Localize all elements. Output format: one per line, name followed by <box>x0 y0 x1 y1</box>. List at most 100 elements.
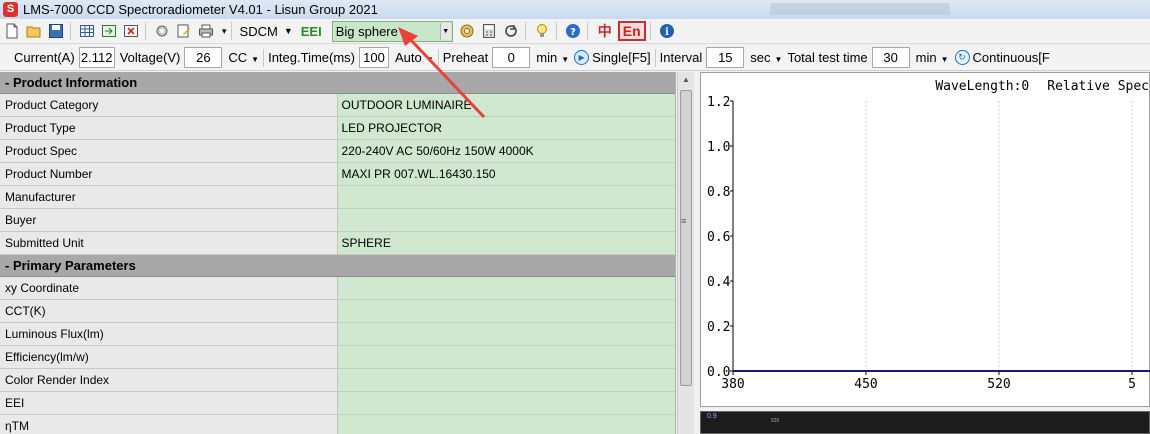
preheat-unit-value: min <box>536 50 558 65</box>
delete-icon[interactable] <box>121 21 141 41</box>
sdcm-dropdown[interactable]: SDCM <box>240 24 278 39</box>
secondary-chart-label: 520 <box>771 418 780 424</box>
scroll-up-icon[interactable]: ▲ <box>678 72 694 88</box>
property-name: Manufacturer <box>0 186 338 208</box>
integ-time-input[interactable]: 100 <box>359 47 390 68</box>
interval-input[interactable]: 15 <box>706 47 745 68</box>
eei-button[interactable]: EEI <box>301 24 322 39</box>
gear-icon[interactable] <box>457 21 477 41</box>
property-value-cell[interactable]: SPHERE <box>337 232 675 254</box>
section-product-information[interactable]: - Product Information <box>0 72 675 94</box>
property-name: Product Spec <box>0 140 338 162</box>
print-dropdown-icon[interactable]: ▾ <box>222 26 227 37</box>
print-icon[interactable] <box>196 21 216 41</box>
section-primary-parameters[interactable]: - Primary Parameters <box>0 255 675 277</box>
table-row: Product Spec 220-240V AC 50/60Hz 150W 400… <box>0 140 675 163</box>
table-row: Color Render Index <box>0 369 675 392</box>
single-test-button[interactable]: Single[F5] <box>592 50 651 65</box>
total-unit-dropdown[interactable]: min ▼ <box>916 50 949 65</box>
property-value-cell[interactable] <box>337 415 675 434</box>
table-row: CCT(K) <box>0 300 675 323</box>
auto-dropdown[interactable]: Auto ▼ <box>395 50 434 65</box>
table-row: EEI <box>0 392 675 415</box>
property-value-cell[interactable] <box>337 346 675 368</box>
preheat-label: Preheat <box>442 50 489 65</box>
property-value-cell[interactable]: 220-240V AC 50/60Hz 150W 4000K <box>337 140 675 162</box>
voltage-label: Voltage(V) <box>119 50 181 65</box>
property-value-cell[interactable]: LED PROJECTOR <box>337 117 675 139</box>
property-value-cell[interactable]: MAXI PR 007.WL.16430.150 <box>337 163 675 185</box>
mode-dropdown[interactable]: CC ▼ <box>228 50 259 65</box>
property-name: EEI <box>0 392 338 414</box>
toolbar-separator <box>145 22 146 40</box>
svg-text:?: ? <box>570 27 576 38</box>
toolbar-separator <box>649 22 651 40</box>
property-value-cell[interactable] <box>337 186 675 208</box>
new-file-icon[interactable] <box>2 21 22 41</box>
property-value-cell[interactable] <box>337 323 675 345</box>
main-toolbar: ▾ SDCM ▼ EEI Big sphere ▼ ? 中 En i <box>0 19 1150 44</box>
refresh-icon[interactable] <box>501 21 521 41</box>
calculator-icon[interactable] <box>479 21 499 41</box>
table-row: Efficiency(lm/w) <box>0 346 675 369</box>
property-value-cell[interactable] <box>337 277 675 299</box>
property-name: Product Category <box>0 94 338 116</box>
property-value-cell[interactable] <box>337 300 675 322</box>
title-bar: S LMS-7000 CCD Spectroradiometer V4.01 -… <box>0 0 1150 19</box>
property-name: Buyer <box>0 209 338 231</box>
property-value-cell[interactable] <box>337 209 675 231</box>
y-tick-label: 0.2 <box>707 320 730 335</box>
open-folder-icon[interactable] <box>24 21 44 41</box>
chevron-down-icon: ▼ <box>251 55 260 64</box>
window-title: LMS-7000 CCD Spectroradiometer V4.01 - L… <box>23 2 378 17</box>
help-icon[interactable]: ? <box>563 21 583 41</box>
property-name: Luminous Flux(lm) <box>0 323 338 345</box>
toolbar-separator <box>70 22 71 40</box>
table-row: Product Category OUTDOOR LUMINAIRE <box>0 94 675 117</box>
play-icon[interactable]: ▶ <box>574 50 590 65</box>
chevron-down-icon[interactable]: ▼ <box>439 22 451 40</box>
property-value-cell[interactable] <box>337 369 675 391</box>
interval-unit-dropdown[interactable]: sec ▼ <box>750 50 782 65</box>
y-tick-label: 1.2 <box>707 95 730 110</box>
settings-icon[interactable] <box>152 21 172 41</box>
total-test-time-input[interactable]: 30 <box>871 47 910 68</box>
total-test-time-label: Total test time <box>787 50 868 65</box>
y-tick-label: 0.4 <box>707 275 731 290</box>
total-unit-value: min <box>915 50 937 65</box>
table-row: Manufacturer <box>0 186 675 209</box>
y-tick-label: 0.8 <box>707 185 730 200</box>
property-value-cell[interactable]: OUTDOOR LUMINAIRE <box>337 94 675 116</box>
scrollbar-thumb[interactable] <box>680 90 692 386</box>
grid-scrollbar[interactable]: ▲ ≡ <box>677 72 694 434</box>
continuous-test-button[interactable]: Continuous[F <box>973 50 1050 65</box>
property-value-cell[interactable] <box>337 392 675 414</box>
info-icon[interactable]: i <box>657 21 677 41</box>
measurement-toolbar: Current(A) 2.112 Voltage(V) 26 CC ▼ Integ… <box>0 45 1150 71</box>
table-row: Submitted Unit SPHERE <box>0 232 675 255</box>
wavelength-readout: WaveLength:0 <box>935 79 1030 94</box>
x-tick-label: 5 <box>1128 377 1136 392</box>
preheat-input[interactable]: 0 <box>492 47 531 68</box>
preheat-unit-dropdown[interactable]: min ▼ <box>536 50 569 65</box>
table-icon[interactable] <box>77 21 97 41</box>
export-icon[interactable] <box>99 21 119 41</box>
property-name: CCT(K) <box>0 300 338 322</box>
language-en-button[interactable]: En <box>617 21 646 41</box>
x-tick-label: 380 <box>721 377 744 392</box>
continuous-icon[interactable]: ↻ <box>954 50 970 65</box>
bulb-icon[interactable] <box>532 21 552 41</box>
current-input[interactable]: 2.112 <box>78 47 115 68</box>
property-grid: - Product Information Product Category OU… <box>0 72 676 434</box>
edit-icon[interactable] <box>174 21 194 41</box>
table-row: Product Type LED PROJECTOR <box>0 117 675 140</box>
language-zh-button[interactable]: 中 <box>598 21 612 41</box>
table-row: Product Number MAXI PR 007.WL.16430.150 <box>0 163 675 186</box>
chevron-down-icon[interactable]: ▼ <box>284 26 293 36</box>
auto-dropdown-value: Auto <box>395 50 422 65</box>
sphere-select[interactable]: Big sphere ▼ <box>331 20 453 42</box>
save-icon[interactable] <box>46 21 66 41</box>
toolbar-separator <box>437 48 439 67</box>
toolbar-separator <box>555 22 557 40</box>
voltage-input[interactable]: 26 <box>184 47 223 68</box>
